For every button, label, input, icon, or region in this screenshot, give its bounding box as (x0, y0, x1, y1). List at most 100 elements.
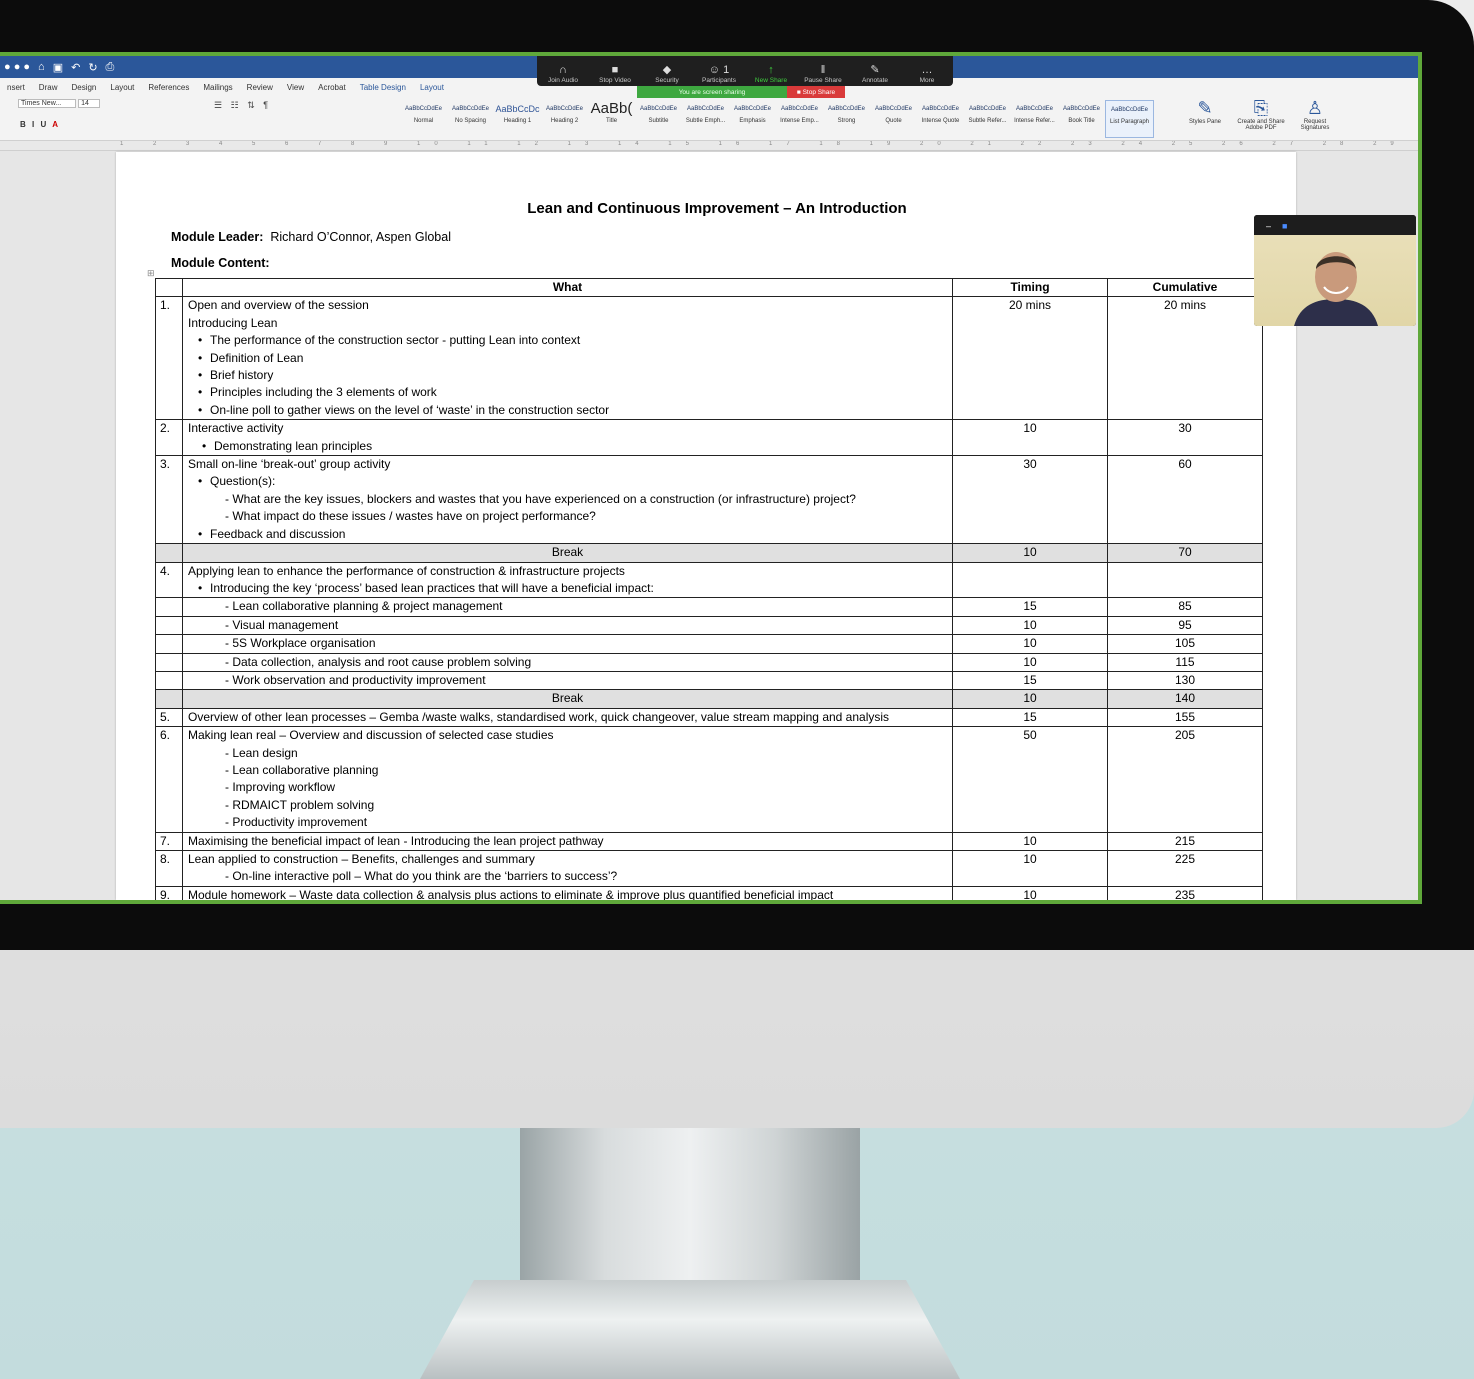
cumulative-cell[interactable]: 20 mins (1107, 296, 1263, 421)
style-intense-reference[interactable]: AaBbCcDdEe Intense Refer... (1011, 100, 1058, 136)
cumulative-cell[interactable] (1107, 561, 1263, 599)
what-cell[interactable]: - Lean collaborative planning & project … (182, 597, 953, 617)
style-quote[interactable]: AaBbCcDdEe Quote (870, 100, 917, 136)
row-number-cell[interactable] (155, 597, 183, 617)
zoom-join-audio-button[interactable]: ∩ Join Audio (540, 63, 586, 84)
what-cell[interactable]: Maximising the beneficial impact of lean… (182, 831, 953, 852)
zoom-security-button[interactable]: ◆ Security (644, 63, 690, 84)
style-book-title[interactable]: AaBbCcDdEe Book Title (1058, 100, 1105, 136)
row-number-cell[interactable]: 7. (155, 831, 183, 852)
cumulative-cell[interactable]: 85 (1107, 597, 1263, 617)
numbering-icon[interactable]: ☷ (231, 100, 242, 110)
break-label-cell[interactable]: Break (182, 543, 953, 563)
timing-cell[interactable]: 10 (952, 615, 1108, 636)
style-normal[interactable]: AaBbCcDdEe Normal (400, 100, 447, 136)
what-cell[interactable]: Module homework – Waste data collection … (182, 885, 953, 900)
style-subtitle[interactable]: AaBbCcDdEe Subtitle (635, 100, 682, 136)
tab-table-design[interactable]: Table Design (353, 83, 413, 92)
webcam-preview[interactable]: – ■ (1254, 215, 1416, 326)
tab-acrobat[interactable]: Acrobat (311, 83, 353, 92)
timing-cell[interactable]: 15 (952, 597, 1108, 617)
table-move-handle[interactable]: ⊞ (147, 268, 155, 279)
cumulative-cell[interactable]: 235 (1107, 885, 1263, 900)
what-cell[interactable]: Open and overview of the session Introduc… (182, 296, 953, 421)
print-icon[interactable]: ⎙ (106, 61, 115, 74)
zoom-more-button[interactable]: … More (904, 63, 950, 84)
cumulative-cell[interactable]: 225 (1107, 850, 1263, 887)
stop-share-button[interactable]: ■ Stop Share (787, 86, 845, 98)
window-controls-icon[interactable]: ● ● ● (4, 61, 30, 73)
timing-cell[interactable]: 15 (952, 670, 1108, 691)
underline-icon[interactable]: U (40, 120, 48, 129)
minimize-icon[interactable]: – (1266, 221, 1271, 231)
cumulative-cell[interactable]: 130 (1107, 670, 1263, 691)
row-number-cell[interactable]: 4. (155, 561, 183, 599)
save-icon[interactable]: ▣ (53, 61, 63, 74)
sort-icon[interactable]: ⇅ (247, 100, 258, 110)
timing-cell[interactable]: 50 (952, 726, 1108, 833)
style-intense-emphasis[interactable]: AaBbCcDdEe Intense Emp... (776, 100, 823, 136)
row-number-cell[interactable]: 1. (155, 296, 183, 421)
what-cell[interactable]: - Work observation and productivity impr… (182, 670, 953, 691)
document-page[interactable]: Lean and Continuous Improvement – An Int… (116, 152, 1296, 900)
row-number-cell[interactable]: 8. (155, 850, 183, 887)
tab-insert[interactable]: nsert (0, 83, 32, 92)
what-cell[interactable]: - Visual management (182, 615, 953, 636)
cumulative-cell[interactable]: 115 (1107, 652, 1263, 672)
zoom-new-share-button[interactable]: ↑ New Share (748, 63, 794, 84)
row-number-cell[interactable] (155, 634, 183, 654)
cumulative-cell[interactable]: 95 (1107, 615, 1263, 636)
style-subtle-reference[interactable]: AaBbCcDdEe Subtle Refer... (964, 100, 1011, 136)
timing-cell[interactable] (952, 561, 1108, 599)
cumulative-cell[interactable]: 70 (1107, 543, 1263, 563)
cumulative-cell[interactable]: 215 (1107, 831, 1263, 852)
home-icon[interactable]: ⌂ (38, 61, 45, 73)
row-number-cell[interactable] (155, 652, 183, 672)
style-emphasis[interactable]: AaBbCcDdEe Emphasis (729, 100, 776, 136)
what-cell[interactable]: - 5S Workplace organisation (182, 634, 953, 654)
timing-cell[interactable]: 15 (952, 707, 1108, 728)
style-intense-quote[interactable]: AaBbCcDdEe Intense Quote (917, 100, 964, 136)
styles-pane-button[interactable]: ✎ Styles Pane (1180, 98, 1230, 125)
timing-cell[interactable]: 10 (952, 543, 1108, 563)
redo-icon[interactable]: ↻ (88, 61, 97, 74)
zoom-annotate-button[interactable]: ✎ Annotate (852, 63, 898, 84)
timing-cell[interactable]: 10 (952, 689, 1108, 709)
row-number-cell[interactable]: 6. (155, 726, 183, 833)
timing-cell[interactable]: 30 (952, 455, 1108, 545)
italic-icon[interactable]: I (32, 120, 36, 129)
timing-cell[interactable]: 10 (952, 885, 1108, 900)
cumulative-cell[interactable]: 60 (1107, 455, 1263, 545)
style-subtle-emphasis[interactable]: AaBbCcDdEe Subtle Emph... (682, 100, 729, 136)
undo-icon[interactable]: ↶ (71, 61, 80, 74)
row-number-cell[interactable] (155, 689, 183, 709)
create-share-pdf-button[interactable]: ⎘ Create and Share Adobe PDF (1236, 98, 1286, 131)
row-number-cell[interactable] (155, 615, 183, 636)
style-list-paragraph[interactable]: AaBbCcDdEe List Paragraph (1105, 100, 1154, 138)
style-title[interactable]: AaBb(Title (588, 100, 635, 136)
timing-cell[interactable]: 10 (952, 634, 1108, 654)
what-cell[interactable]: - Data collection, analysis and root cau… (182, 652, 953, 672)
row-number-cell[interactable]: 2. (155, 419, 183, 457)
zoom-participants-button[interactable]: ☺ 1 Participants (696, 63, 742, 84)
timing-cell[interactable]: 20 mins (952, 296, 1108, 421)
cumulative-cell[interactable]: 30 (1107, 419, 1263, 457)
timing-cell[interactable]: 10 (952, 419, 1108, 457)
zoom-stop-video-button[interactable]: ■ Stop Video (592, 63, 638, 84)
style-strong[interactable]: AaBbCcDdEe Strong (823, 100, 870, 136)
expand-icon[interactable]: ■ (1282, 221, 1287, 231)
font-name-select[interactable]: Times New... (18, 99, 77, 108)
what-cell[interactable]: Lean applied to construction – Benefits,… (182, 850, 953, 887)
what-cell[interactable]: Small on-line ‘break-out’ group activity… (182, 455, 953, 545)
row-number-cell[interactable]: 9. (155, 885, 183, 900)
bold-icon[interactable]: B (20, 120, 28, 129)
what-cell[interactable]: Interactive activity Demonstrating lean p… (182, 419, 953, 457)
timing-cell[interactable]: 10 (952, 850, 1108, 887)
tab-layout[interactable]: Layout (103, 83, 141, 92)
style-heading-1[interactable]: AaBbCcDc Heading 1 (494, 100, 541, 136)
request-signatures-button[interactable]: ♙ Request Signatures (1290, 98, 1340, 131)
row-number-cell[interactable] (155, 543, 183, 563)
style-heading-2[interactable]: AaBbCcDdEe Heading 2 (541, 100, 588, 136)
cumulative-cell[interactable]: 205 (1107, 726, 1263, 833)
tab-design[interactable]: Design (64, 83, 103, 92)
